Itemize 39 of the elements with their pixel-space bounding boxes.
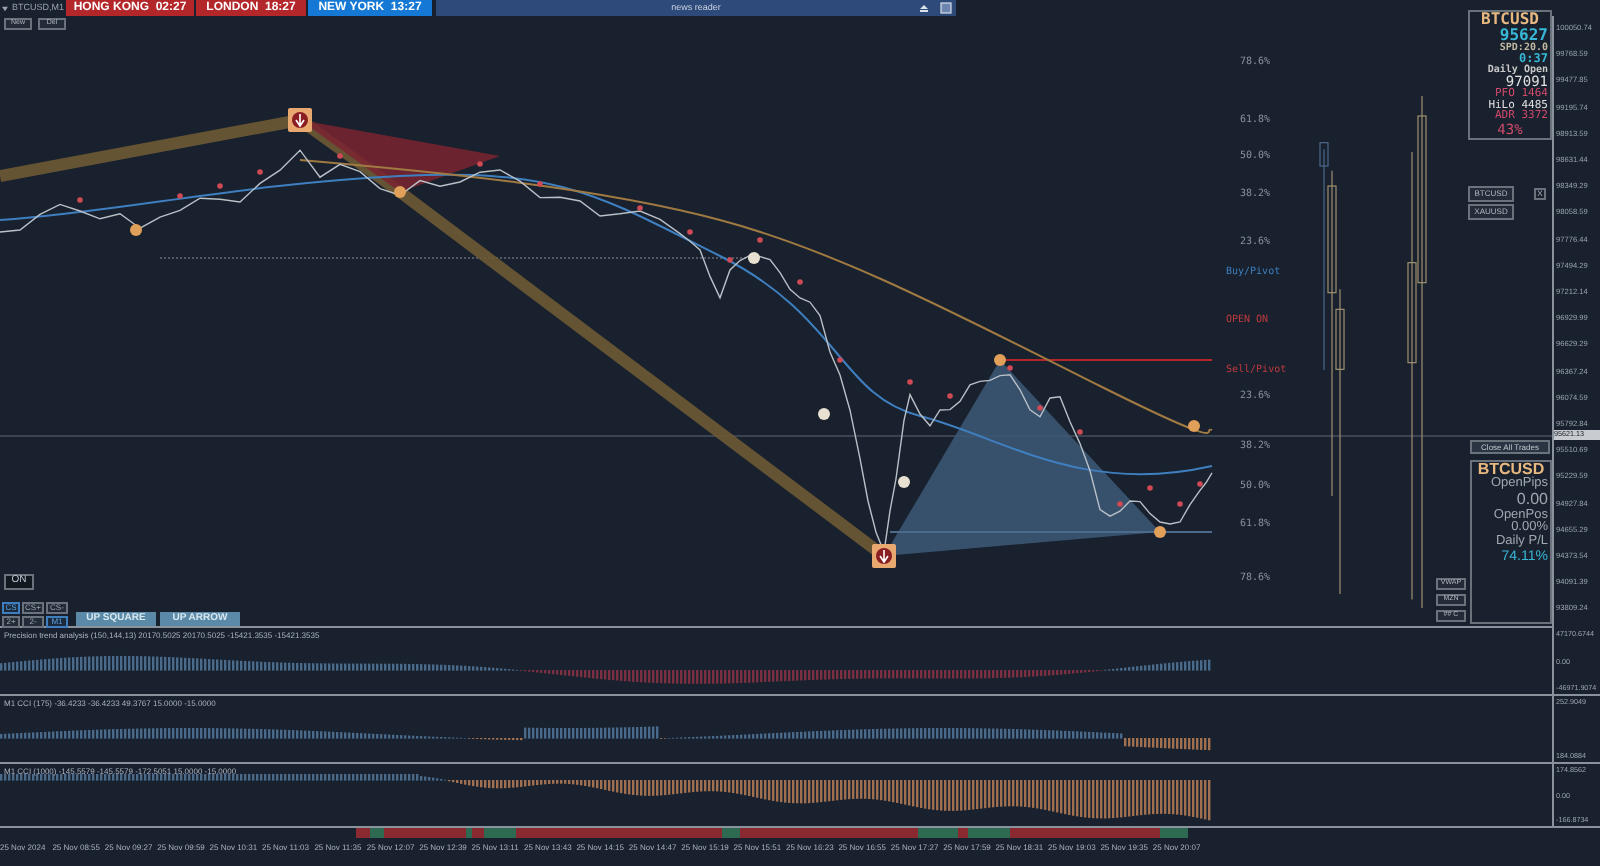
signal-dot bbox=[837, 357, 843, 363]
eject-icon[interactable] bbox=[920, 4, 928, 12]
pivot-dot bbox=[1188, 420, 1200, 432]
signal-dot bbox=[1197, 481, 1203, 487]
signal-dot bbox=[337, 153, 343, 159]
signal-dot bbox=[257, 169, 263, 175]
signal-dot bbox=[217, 183, 223, 189]
signal-dot bbox=[1007, 365, 1013, 371]
signal-dot bbox=[1077, 429, 1083, 435]
dropdown-icon bbox=[2, 5, 8, 11]
signal-dot bbox=[77, 197, 83, 203]
pivot-dot bbox=[394, 186, 406, 198]
info-text: BTCUSD bbox=[1481, 12, 1539, 28]
signal-dot bbox=[477, 161, 483, 167]
pivot-dot bbox=[130, 224, 142, 236]
signal-dot bbox=[947, 393, 953, 399]
pivot-dot bbox=[1154, 526, 1166, 538]
trade-panel-text: 0.00 bbox=[1516, 492, 1548, 509]
trade-panel-text: BTCUSD bbox=[1477, 462, 1545, 478]
pivot-dot bbox=[994, 354, 1006, 366]
marker-icon bbox=[872, 544, 896, 568]
signal-circle bbox=[818, 408, 830, 420]
signal-dot bbox=[727, 257, 733, 263]
signal-dot bbox=[687, 229, 693, 235]
signal-dot bbox=[907, 379, 913, 385]
signal-circle bbox=[748, 252, 760, 264]
signal-dot bbox=[1037, 405, 1043, 411]
signal-dot bbox=[757, 237, 763, 243]
marker-icon bbox=[288, 108, 312, 132]
signal-dot bbox=[637, 205, 643, 211]
signal-dot bbox=[537, 181, 543, 187]
signal-dot bbox=[1117, 501, 1123, 507]
signal-circle bbox=[898, 476, 910, 488]
signal-dot bbox=[1177, 501, 1183, 507]
window-icon[interactable] bbox=[940, 2, 952, 14]
signal-dot bbox=[797, 279, 803, 285]
signal-dot bbox=[177, 193, 183, 199]
signal-dot bbox=[1147, 485, 1153, 491]
info-text: 95627 bbox=[1499, 28, 1548, 44]
